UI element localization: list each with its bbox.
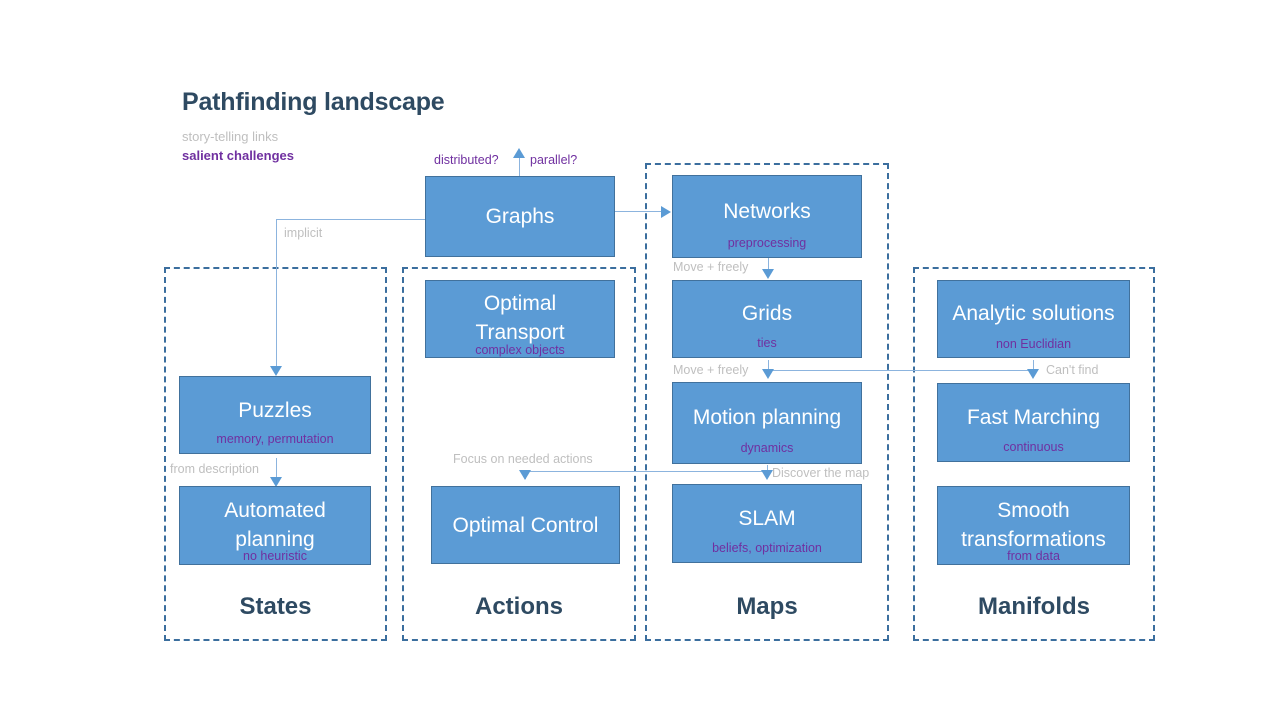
connector-implicit-down xyxy=(276,219,277,371)
node-optimal-control[interactable]: Optimal Control xyxy=(431,486,620,564)
node-motion-planning[interactable]: Motion planning dynamics xyxy=(672,382,862,464)
node-automated-planning[interactable]: Automated planning no heuristic xyxy=(179,486,371,565)
connector-motion-planning-to-optimal-control xyxy=(525,471,768,472)
node-networks[interactable]: Networks preprocessing xyxy=(672,175,862,258)
group-label-manifolds: Manifolds xyxy=(978,593,1090,620)
node-networks-subtitle: preprocessing xyxy=(727,236,807,250)
node-networks-title: Networks xyxy=(723,199,811,223)
edge-label-move-freely-1: Move + freely xyxy=(673,260,749,274)
edge-label-cant-find: Can't find xyxy=(1046,363,1099,377)
legend-salient-challenges: salient challenges xyxy=(182,148,294,163)
node-graphs[interactable]: Graphs xyxy=(425,176,615,257)
connector-graphs-left xyxy=(276,219,425,220)
node-slam[interactable]: SLAM beliefs, optimization xyxy=(672,484,862,563)
edge-label-from-description: from description xyxy=(170,462,259,476)
arrowhead-networks-to-grids xyxy=(762,269,774,279)
edge-label-implicit: implicit xyxy=(284,226,323,240)
node-optimal-transport-title: Optimal Transport xyxy=(475,292,565,344)
arrowhead-grids-to-motion-planning xyxy=(762,369,774,379)
arrowhead-graphs-to-networks xyxy=(661,206,671,218)
group-label-states: States xyxy=(239,593,312,620)
node-smooth-transformations[interactable]: Smooth transformations from data xyxy=(937,486,1130,565)
arrowhead-graphs-up xyxy=(513,148,525,158)
edge-label-discover-the-map: Discover the map xyxy=(772,466,870,480)
edge-label-focus-on-needed-actions: Focus on needed actions xyxy=(453,452,593,466)
node-analytic-solutions[interactable]: Analytic solutions non Euclidian xyxy=(937,280,1130,358)
node-motion-planning-subtitle: dynamics xyxy=(740,441,794,455)
node-automated-planning-title: Automated planning xyxy=(224,498,326,551)
node-fast-marching-title: Fast Marching xyxy=(966,405,1101,429)
node-optimal-transport[interactable]: Optimal Transport complex objects xyxy=(425,280,615,358)
arrowhead-analytic-to-fast-marching xyxy=(1027,369,1039,379)
node-puzzles-subtitle: memory, permutation xyxy=(216,432,334,446)
connector-maps-manifolds-rail xyxy=(768,370,1034,371)
node-fast-marching-subtitle: continuous xyxy=(1003,440,1064,454)
node-optimal-control-title: Optimal Control xyxy=(452,513,599,537)
node-optimal-transport-subtitle: complex objects xyxy=(475,343,565,357)
node-motion-planning-title: Motion planning xyxy=(692,406,842,429)
edge-label-parallel: parallel? xyxy=(530,153,578,167)
node-slam-subtitle: beliefs, optimization xyxy=(712,541,822,555)
arrowhead-to-optimal-control xyxy=(519,470,531,480)
group-label-maps: Maps xyxy=(736,593,798,620)
node-analytic-solutions-subtitle: non Euclidian xyxy=(995,337,1072,351)
node-analytic-solutions-title: Analytic solutions xyxy=(952,302,1115,325)
node-automated-planning-subtitle: no heuristic xyxy=(243,549,307,563)
connector-graphs-to-networks xyxy=(615,211,663,212)
node-graphs-title: Graphs xyxy=(485,205,555,228)
diagram-canvas: Pathfinding landscape story-telling link… xyxy=(0,0,1280,720)
node-puzzles-title: Puzzles xyxy=(238,398,312,422)
node-grids[interactable]: Grids ties xyxy=(672,280,862,358)
edge-label-move-freely-2: Move + freely xyxy=(673,363,749,377)
arrowhead-implicit-to-puzzles xyxy=(270,366,282,376)
node-grids-title: Grids xyxy=(741,302,793,325)
node-smooth-transformations-title: Smooth transformations xyxy=(961,498,1106,551)
legend-story-telling-links: story-telling links xyxy=(182,129,279,144)
node-puzzles[interactable]: Puzzles memory, permutation xyxy=(179,376,371,454)
edge-label-distributed: distributed? xyxy=(434,153,499,167)
node-smooth-transformations-subtitle: from data xyxy=(1007,549,1060,563)
node-fast-marching[interactable]: Fast Marching continuous xyxy=(937,383,1130,462)
page-title: Pathfinding landscape xyxy=(182,88,445,116)
node-slam-title: SLAM xyxy=(738,506,796,530)
group-label-actions: Actions xyxy=(474,593,563,620)
node-grids-subtitle: ties xyxy=(757,336,777,350)
